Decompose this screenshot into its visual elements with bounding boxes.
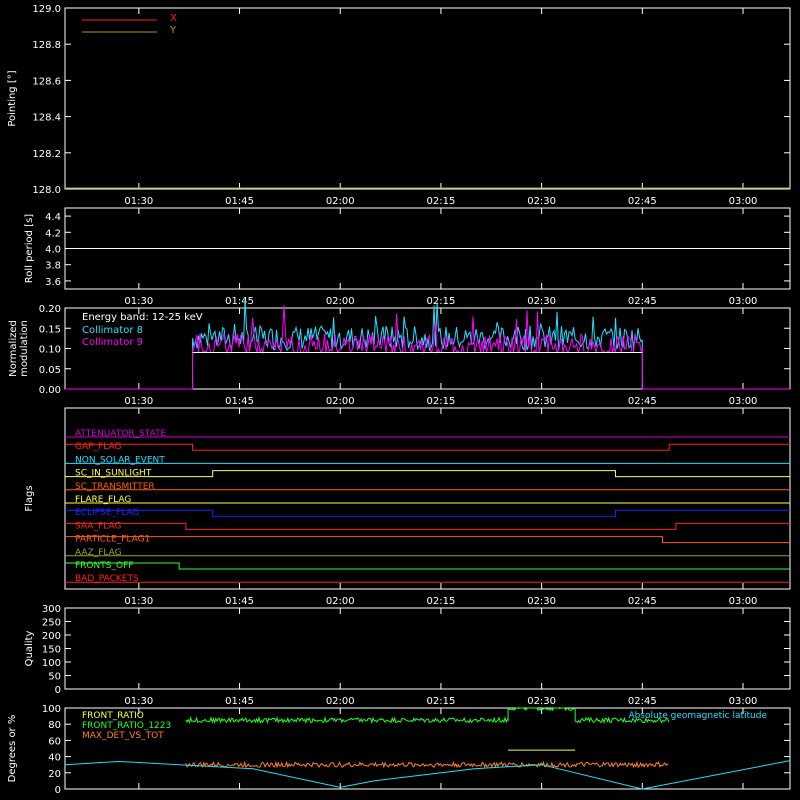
flags-ylabel: Flags (24, 485, 35, 511)
quality-xtick-label: 02:45 (628, 696, 657, 707)
modulation-xtick-label: 02:15 (427, 396, 456, 407)
pointing-ytick-label: 128.8 (32, 40, 61, 51)
quality-xtick-label: 01:30 (124, 696, 153, 707)
ratios-ylabel: Degrees or % (7, 715, 18, 783)
modulation-xtick-label: 01:45 (225, 396, 254, 407)
roll_period-xtick-label: 02:00 (326, 296, 355, 307)
quality-ytick-label: 100 (42, 658, 61, 669)
roll_period-ytick-label: 4.0 (45, 245, 61, 256)
pointing-ylabel: Pointing [°] (7, 70, 18, 126)
modulation-legend-8: Collimator 8 (82, 325, 143, 336)
roll_period-ytick-label: 3.8 (45, 261, 61, 272)
roll_period-xtick-label: 02:45 (628, 296, 657, 307)
roll_period-xtick-label: 03:00 (729, 296, 758, 307)
modulation-xtick-label: 02:45 (628, 396, 657, 407)
quality-xtick-label: 01:45 (225, 696, 254, 707)
pointing-xtick-label: 02:00 (326, 196, 355, 207)
chart-canvas: 01:30 01:45 02:00 02:15 02:30 02:45 03:00 129.0… (7, 4, 791, 796)
ratios-ytick-label: 20 (48, 769, 61, 780)
modulation-ylabel-2: modulation (19, 320, 30, 377)
ratio-series-2 (185, 760, 669, 769)
modulation-ytick-label: 0.00 (39, 385, 61, 396)
legend-front-ratio: FRONT_RATIO (82, 711, 144, 721)
pointing-xtick-label: 02:30 (527, 196, 556, 207)
modulation-xtick-label: 03:00 (729, 396, 758, 407)
flag-line (65, 536, 790, 544)
pointing-ytick-label: 128.6 (32, 76, 61, 87)
flag-line (65, 562, 790, 570)
modulation-ytick-label: 0.10 (39, 345, 61, 356)
legend-front-ratio-1223: FRONT_RATIO_1223 (82, 721, 171, 731)
ratios-ytick-label: 0 (55, 785, 61, 796)
flag-line (65, 470, 790, 478)
flags-xtick-label: 02:00 (326, 596, 355, 607)
flag-line (65, 522, 790, 530)
pointing-ytick-label: 128.0 (32, 185, 61, 196)
quality-ytick-label: 300 (42, 604, 61, 615)
roll_period-ylabel: Roll period [s] (24, 214, 35, 283)
flags-frame (64, 407, 791, 590)
ratios-ytick-label: 80 (48, 720, 61, 731)
quality-ytick-label: 150 (42, 645, 61, 656)
quality-ytick-label: 0 (55, 685, 61, 696)
quality-xtick-label: 03:00 (729, 696, 758, 707)
roll_period-xtick-label: 02:30 (527, 296, 556, 307)
roll_period-ytick-label: 4.2 (45, 228, 61, 239)
roll_period-xtick-label: 02:15 (427, 296, 456, 307)
legend-label-x: X (170, 13, 177, 24)
geomag-label: Absolute geomagnetic latitude (628, 711, 767, 721)
ratios-ytick-label: 100 (42, 704, 61, 715)
quality-ytick-label: 250 (42, 618, 61, 629)
pointing-ytick-label: 128.4 (32, 113, 61, 124)
roll_period-xtick-label: 01:45 (225, 296, 254, 307)
pointing-ytick-label: 128.2 (32, 149, 61, 160)
ratios-ytick-label: 60 (48, 736, 61, 747)
flag-line (65, 443, 790, 451)
pointing-xtick-label: 02:15 (427, 196, 456, 207)
modulation-ytick-label: 0.20 (39, 304, 61, 315)
quality-ylabel: Quality (24, 631, 35, 667)
roll_period-ytick-label: 4.4 (45, 212, 61, 223)
modulation-ylabel: Normalized (8, 320, 19, 377)
roll_period-xtick-label: 01:30 (124, 296, 153, 307)
ratios-ytick-label: 40 (48, 753, 61, 764)
quality-ytick-label: 50 (48, 672, 61, 683)
quality-xtick-label: 02:15 (427, 696, 456, 707)
flags-xtick-label: 02:15 (427, 596, 456, 607)
quality-xtick-label: 02:30 (527, 696, 556, 707)
modulation-ytick-label: 0.15 (39, 324, 61, 335)
flags-xtick-label: 01:30 (124, 596, 153, 607)
pointing-xtick-label: 03:00 (729, 196, 758, 207)
roll_period-ytick-label: 3.6 (45, 277, 61, 288)
modulation-legend-9: Collimator 9 (82, 337, 143, 348)
pointing-ytick-label: 129.0 (32, 4, 61, 15)
flags-xtick-label: 02:30 (527, 596, 556, 607)
modulation-xtick-label: 02:30 (527, 396, 556, 407)
modulation-xtick-label: 01:30 (124, 396, 153, 407)
quality-xtick-label: 02:00 (326, 696, 355, 707)
flags-xtick-label: 03:00 (729, 596, 758, 607)
legend-label-y: Y (169, 25, 177, 36)
flags-xtick-label: 02:45 (628, 596, 657, 607)
legend-max-det: MAX_DET_VS_TOT (82, 731, 164, 741)
modulation-ytick-label: 0.05 (39, 365, 61, 376)
flag-line (65, 509, 790, 517)
energy-band-label: Energy band: 12-25 keV (82, 312, 203, 323)
quality-ytick-label: 200 (42, 631, 61, 642)
pointing-xtick-label: 01:30 (124, 196, 153, 207)
quality-frame (64, 607, 791, 690)
pointing-xtick-label: 01:45 (225, 196, 254, 207)
pointing-xtick-label: 02:45 (628, 196, 657, 207)
flags-xtick-label: 01:45 (225, 596, 254, 607)
ratio-series-1 (185, 707, 670, 725)
modulation-xtick-label: 02:00 (326, 396, 355, 407)
